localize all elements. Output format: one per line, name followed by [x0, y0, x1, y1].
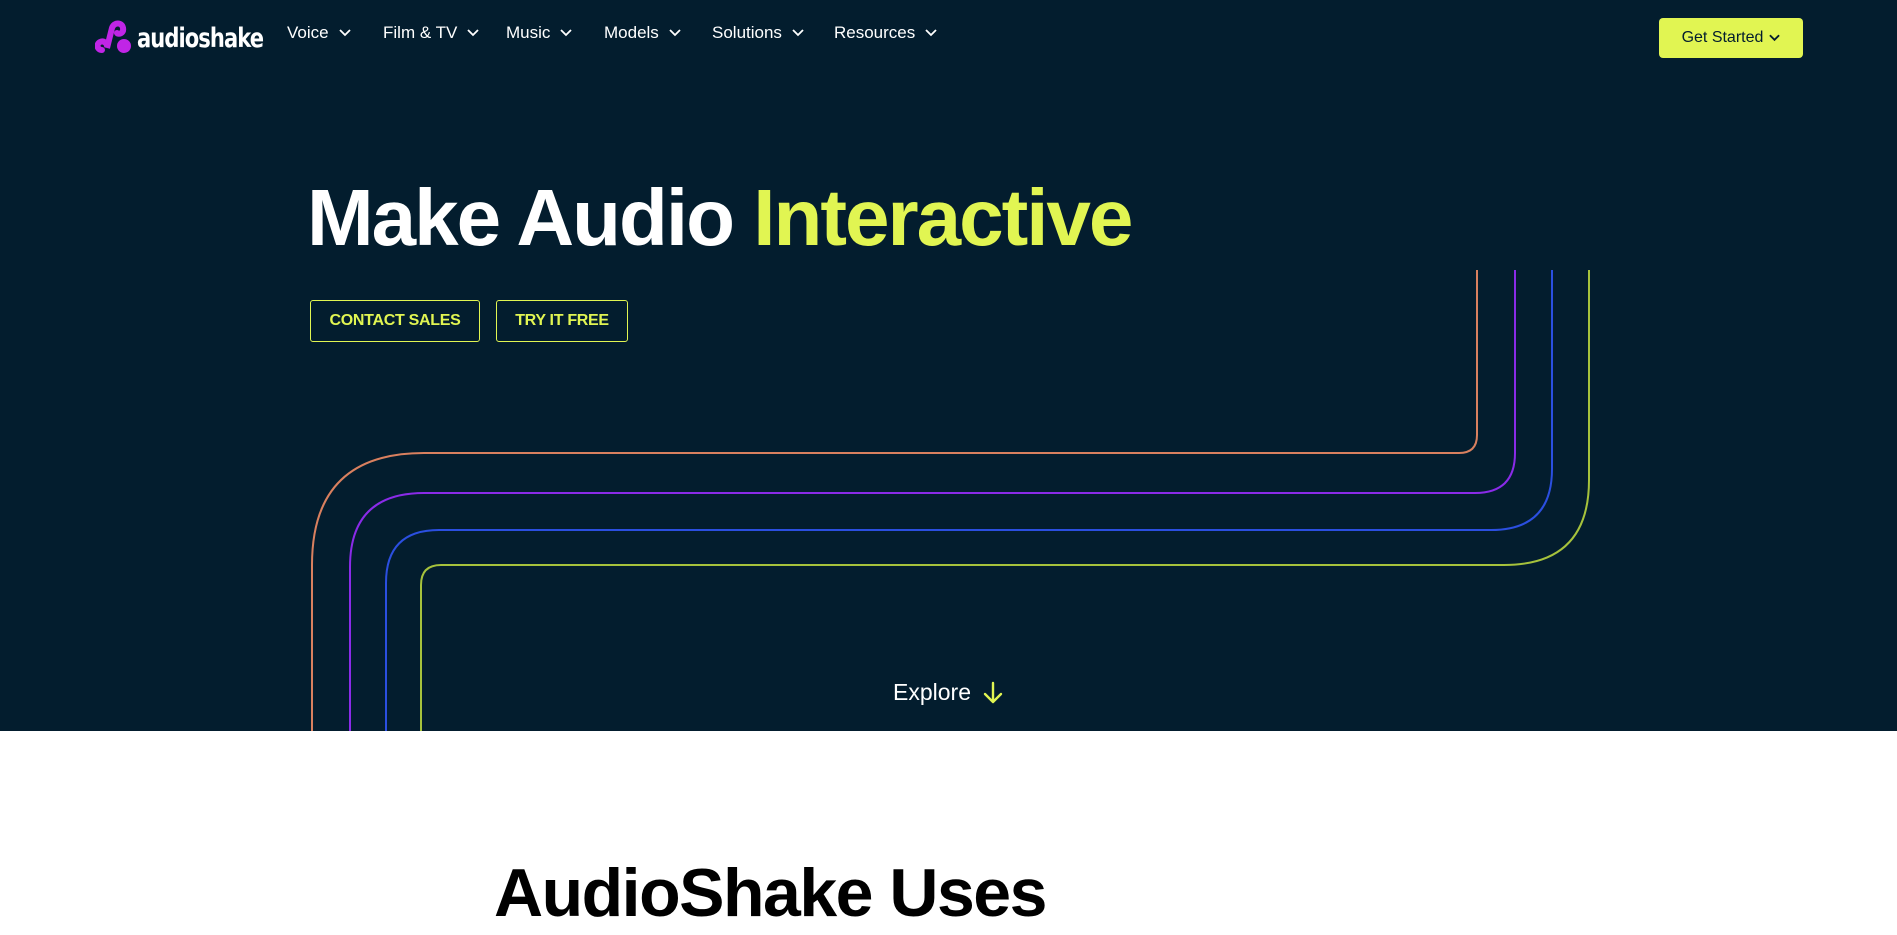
- chevron-down-icon: [792, 29, 804, 37]
- top-navigation: audioshake Voice Film & TV Music Models …: [0, 0, 1897, 76]
- headline-accent: Interactive: [753, 173, 1133, 262]
- nav-item-label: Models: [604, 23, 659, 42]
- nav-item-label: Solutions: [712, 23, 782, 42]
- nav-item-film-tv[interactable]: Film & TV: [383, 23, 479, 43]
- chevron-down-icon: [925, 29, 937, 37]
- nav-item-resources[interactable]: Resources: [834, 23, 937, 43]
- chevron-down-icon: [338, 29, 351, 37]
- chevron-down-icon: [560, 29, 573, 37]
- nav-item-solutions[interactable]: Solutions: [712, 23, 804, 43]
- chevron-down-icon: [1769, 34, 1781, 42]
- section-title: AudioShake Uses: [494, 855, 1047, 931]
- nav-item-voice[interactable]: Voice: [287, 23, 351, 43]
- decorative-stem-lines: [311, 270, 1590, 731]
- hero-section: audioshake Voice Film & TV Music Models …: [0, 0, 1897, 731]
- arrow-down-icon: [983, 681, 1003, 703]
- get-started-button[interactable]: Get Started: [1659, 18, 1803, 58]
- logo[interactable]: audioshake: [95, 20, 299, 56]
- nav-item-label: Music: [506, 23, 551, 42]
- get-started-label: Get Started: [1681, 29, 1764, 46]
- explore-label: Explore: [893, 679, 971, 705]
- chevron-down-icon: [467, 29, 479, 37]
- try-it-free-button[interactable]: TRY IT FREE: [496, 300, 628, 342]
- nav-item-models[interactable]: Models: [604, 23, 681, 43]
- orange-line: [311, 270, 1478, 731]
- explore-link[interactable]: Explore: [893, 679, 1003, 706]
- audioshake-logo-icon: [95, 20, 131, 53]
- brand-name: audioshake: [137, 22, 264, 54]
- nav-item-music[interactable]: Music: [506, 23, 573, 43]
- nav-item-label: Film & TV: [383, 23, 458, 42]
- chevron-down-icon: [669, 29, 681, 37]
- headline-text: Make Audio: [307, 173, 735, 262]
- contact-sales-button[interactable]: CONTACT SALES: [310, 300, 480, 342]
- nav-item-label: Resources: [834, 23, 916, 42]
- hero-headline: Make Audio Interactive: [307, 170, 1133, 266]
- nav-item-label: Voice: [287, 23, 329, 42]
